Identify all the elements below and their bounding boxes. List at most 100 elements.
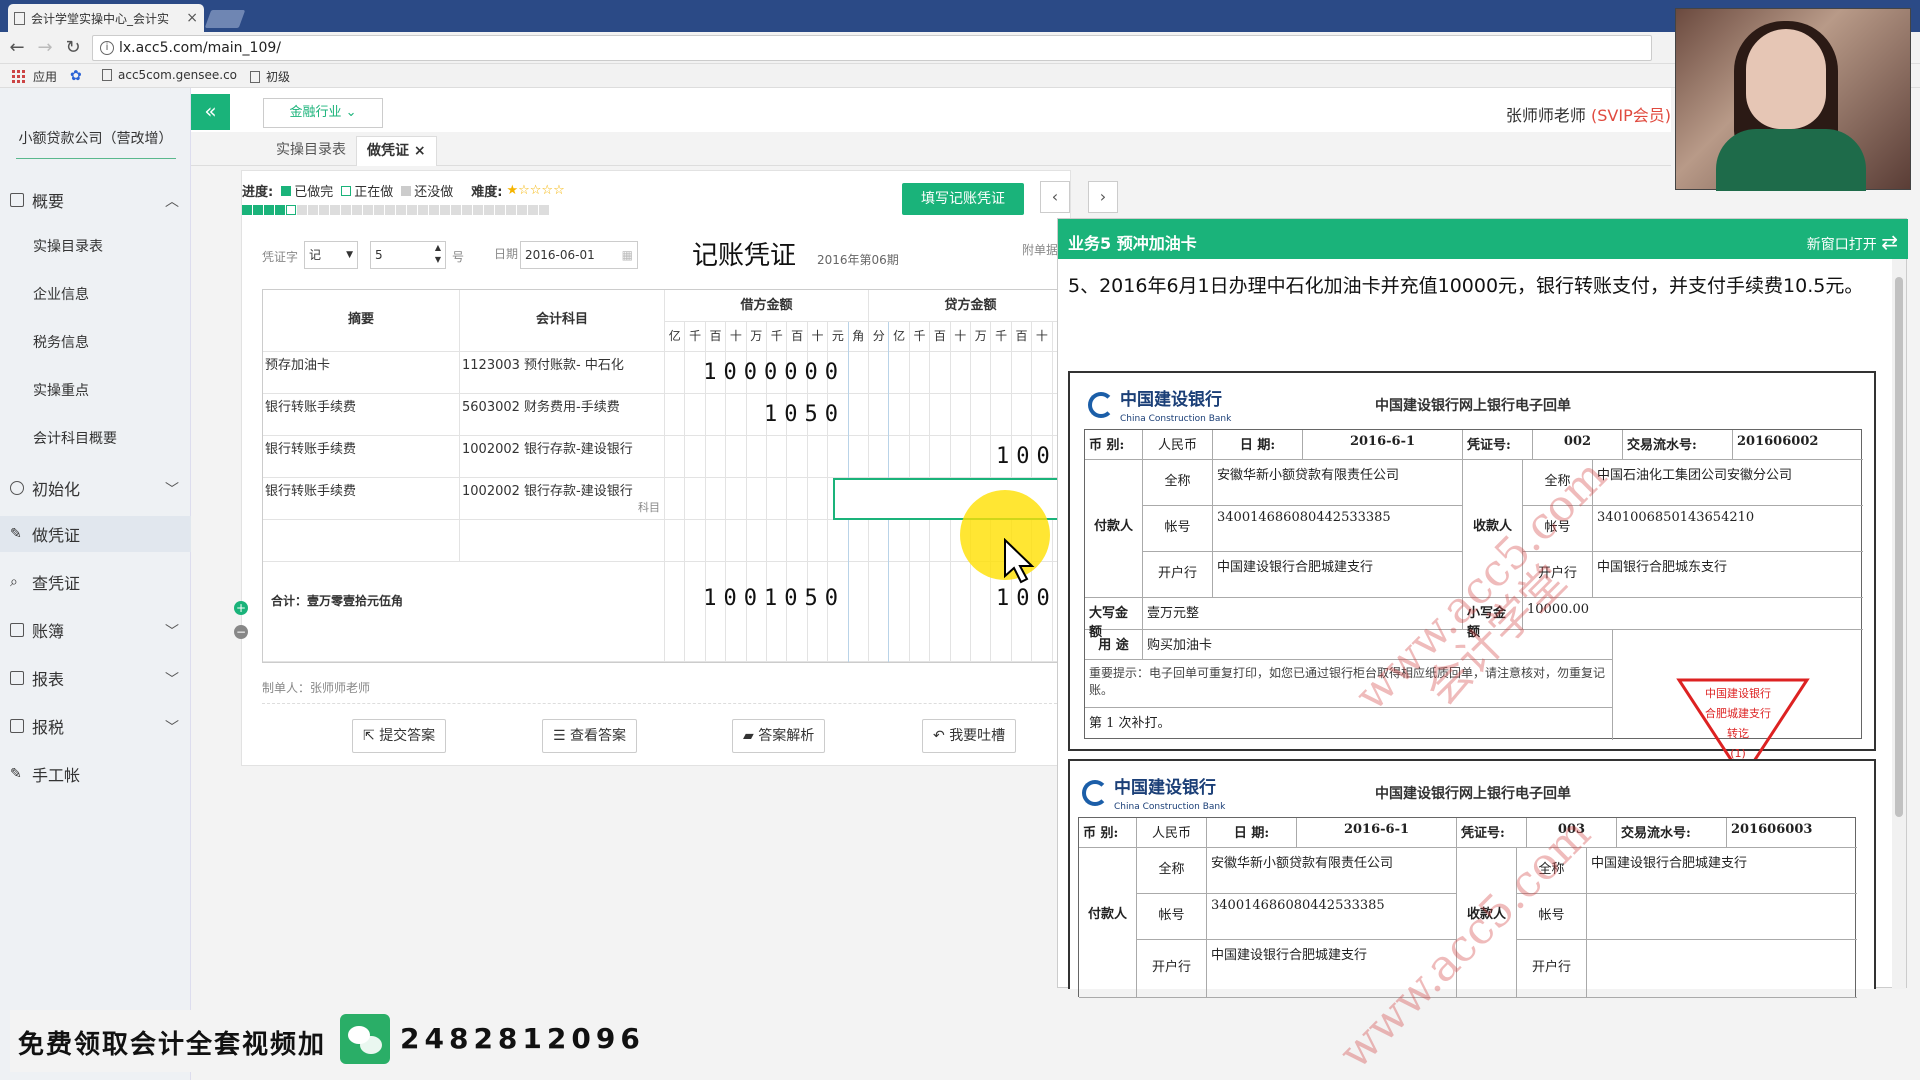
progress-step[interactable] <box>341 205 351 215</box>
table-row[interactable]: 银行转账手续费 5603002 财务费用-手续费 1050 <box>263 394 1071 436</box>
table-row[interactable]: 银行转账手续费 1002002 银行存款-建设银行 科目 <box>263 478 1071 520</box>
sidebar-subitem-key-points[interactable]: 实操重点 <box>0 376 191 406</box>
voucher-number-input[interactable]: 5 ▲ ▼ <box>370 241 446 269</box>
progress-step[interactable] <box>330 205 340 215</box>
progress-step[interactable] <box>264 205 274 215</box>
bookmark-apps[interactable]: 应用 <box>12 68 57 85</box>
progress-step[interactable] <box>495 205 505 215</box>
sidebar-subitem-company-info[interactable]: 企业信息 <box>0 280 191 310</box>
view-answer-button[interactable]: ☰ 查看答案 <box>542 719 638 753</box>
account-cell[interactable] <box>460 520 665 561</box>
progress-step[interactable] <box>275 205 285 215</box>
progress-step[interactable] <box>506 205 516 215</box>
progress-step[interactable] <box>352 205 362 215</box>
browser-tab[interactable]: 会计学堂实操中心_会计实 × <box>8 4 204 32</box>
close-icon[interactable]: × <box>186 10 198 26</box>
complain-button[interactable]: ↶ 我要吐槽 <box>922 719 1017 753</box>
collapse-sidebar-button[interactable]: « <box>191 94 230 130</box>
account-cell[interactable]: 1002002 银行存款-建设银行 科目 <box>460 478 665 519</box>
progress-step[interactable] <box>286 205 296 215</box>
date-input[interactable]: 2016-06-01 ▦ <box>520 241 638 269</box>
sidebar-subitem-tax-info[interactable]: 税务信息 <box>0 328 191 358</box>
account-cell[interactable]: 5603002 财务费用-手续费 <box>460 394 665 435</box>
new-tab-button[interactable] <box>204 10 246 28</box>
account-cell[interactable]: 1123003 预付账款- 中石化 <box>460 352 665 393</box>
account-cell[interactable]: 1002002 银行存款-建设银行 <box>460 436 665 477</box>
progress-step[interactable] <box>319 205 329 215</box>
scrollbar-thumb[interactable] <box>1895 277 1903 817</box>
prev-button[interactable]: ‹ <box>1040 181 1070 213</box>
voucher-word-select[interactable]: 记 ▼ <box>304 241 358 269</box>
info-icon[interactable]: i <box>100 41 114 55</box>
user-info[interactable]: 张师师老师 (SVIP会员) <box>1506 102 1671 126</box>
progress-step[interactable] <box>473 205 483 215</box>
sidebar-item-ledger[interactable]: 账簿 ﹀ <box>0 612 191 648</box>
progress-step[interactable] <box>396 205 406 215</box>
progress-step[interactable] <box>484 205 494 215</box>
address-bar[interactable]: i lx.acc5.com/main_109/ <box>92 35 1652 61</box>
fill-voucher-button[interactable]: 填写记账凭证 <box>902 183 1024 215</box>
back-icon[interactable]: ← <box>6 38 28 60</box>
progress-step[interactable] <box>462 205 472 215</box>
doc-icon <box>10 719 24 733</box>
summary-cell[interactable]: 预存加油卡 <box>263 352 460 393</box>
progress-step[interactable] <box>363 205 373 215</box>
apps-icon <box>12 70 25 83</box>
table-row[interactable]: 银行转账手续费 1002002 银行存款-建设银行 1000 <box>263 436 1071 478</box>
progress-step[interactable] <box>528 205 538 215</box>
next-button[interactable]: › <box>1088 181 1118 213</box>
tab-catalog[interactable]: 实操目录表 <box>266 136 356 166</box>
remove-row-icon[interactable]: − <box>234 625 248 639</box>
table-row[interactable]: 预存加油卡 1123003 预付账款- 中石化 1000000 <box>263 352 1071 394</box>
calendar-icon[interactable]: ▦ <box>622 242 633 268</box>
close-icon[interactable]: × <box>414 143 426 159</box>
scrollbar[interactable] <box>1892 259 1906 989</box>
sidebar-item-init[interactable]: 初始化 ﹀ <box>0 470 191 506</box>
company-name[interactable]: 小额贷款公司（营改增） <box>0 128 191 148</box>
bookmarks-bar: 应用 ✿ acc5com.gensee.co 初级 <box>0 64 1920 88</box>
progress-step[interactable] <box>253 205 263 215</box>
tab-make-voucher[interactable]: 做凭证 × <box>356 136 437 166</box>
progress-step[interactable] <box>385 205 395 215</box>
progress-step[interactable] <box>418 205 428 215</box>
progress-step[interactable] <box>440 205 450 215</box>
progress-step[interactable] <box>451 205 461 215</box>
bookmark-gensee[interactable]: acc5com.gensee.co <box>102 68 237 82</box>
progress-step[interactable] <box>407 205 417 215</box>
chevron-down-icon: ﹀ <box>165 624 179 640</box>
sidebar-item-manual-ledger[interactable]: ✎ 手工帐 <box>0 756 191 792</box>
sidebar-item-tax[interactable]: 报税 ﹀ <box>0 708 191 744</box>
bookmark-chuji[interactable]: 初级 <box>250 68 290 85</box>
industry-dropdown[interactable]: 金融行业 ⌄ <box>263 98 383 128</box>
progress-step[interactable] <box>374 205 384 215</box>
progress-step[interactable] <box>297 205 307 215</box>
sidebar-item-reports[interactable]: 报表 ﹀ <box>0 660 191 696</box>
summary-cell[interactable]: 银行转账手续费 <box>263 478 460 519</box>
voucher-header-form: 凭证字 记 ▼ 5 ▲ ▼ 号 日期 2016-06-01 ▦ 附单据 <box>262 241 1062 271</box>
mouse-cursor-icon <box>1004 538 1035 584</box>
summary-cell[interactable]: 银行转账手续费 <box>263 436 460 477</box>
add-row-icon[interactable]: + <box>234 601 248 615</box>
sidebar-subitem-catalog[interactable]: 实操目录表 <box>0 232 191 262</box>
summary-cell[interactable] <box>263 520 460 561</box>
progress-step[interactable] <box>308 205 318 215</box>
browser-tabstrip: 会计学堂实操中心_会计实 × <box>0 0 1920 32</box>
answer-analysis-button[interactable]: ▰ 答案解析 <box>732 719 826 753</box>
sidebar-item-search-voucher[interactable]: ⌕ 查凭证 <box>0 564 191 600</box>
progress-step[interactable] <box>242 205 252 215</box>
reload-icon[interactable]: ↻ <box>62 38 84 60</box>
forward-icon[interactable]: → <box>34 38 56 60</box>
progress-step[interactable] <box>517 205 527 215</box>
progress-step[interactable] <box>539 205 549 215</box>
sidebar-item-make-voucher[interactable]: ✎ 做凭证 <box>0 516 191 552</box>
voucher-period: 2016年第06期 <box>817 253 899 267</box>
submit-answer-button[interactable]: ⇱ 提交答案 <box>352 719 447 753</box>
sidebar-subitem-account-overview[interactable]: 会计科目概要 <box>0 424 191 454</box>
sidebar-item-overview[interactable]: 概要 ︿ <box>0 182 191 218</box>
receipt-grid: 币 别: 人民币 日 期: 2016-6-1 凭证号: 002 交易流水号: 2… <box>1084 429 1863 781</box>
open-new-window-button[interactable]: 新窗口打开 ⇄ <box>1807 230 1898 254</box>
summary-cell[interactable]: 银行转账手续费 <box>263 394 460 435</box>
progress-step[interactable] <box>429 205 439 215</box>
bookmark-paw-icon[interactable]: ✿ <box>70 68 82 84</box>
table-row[interactable] <box>263 520 1071 562</box>
